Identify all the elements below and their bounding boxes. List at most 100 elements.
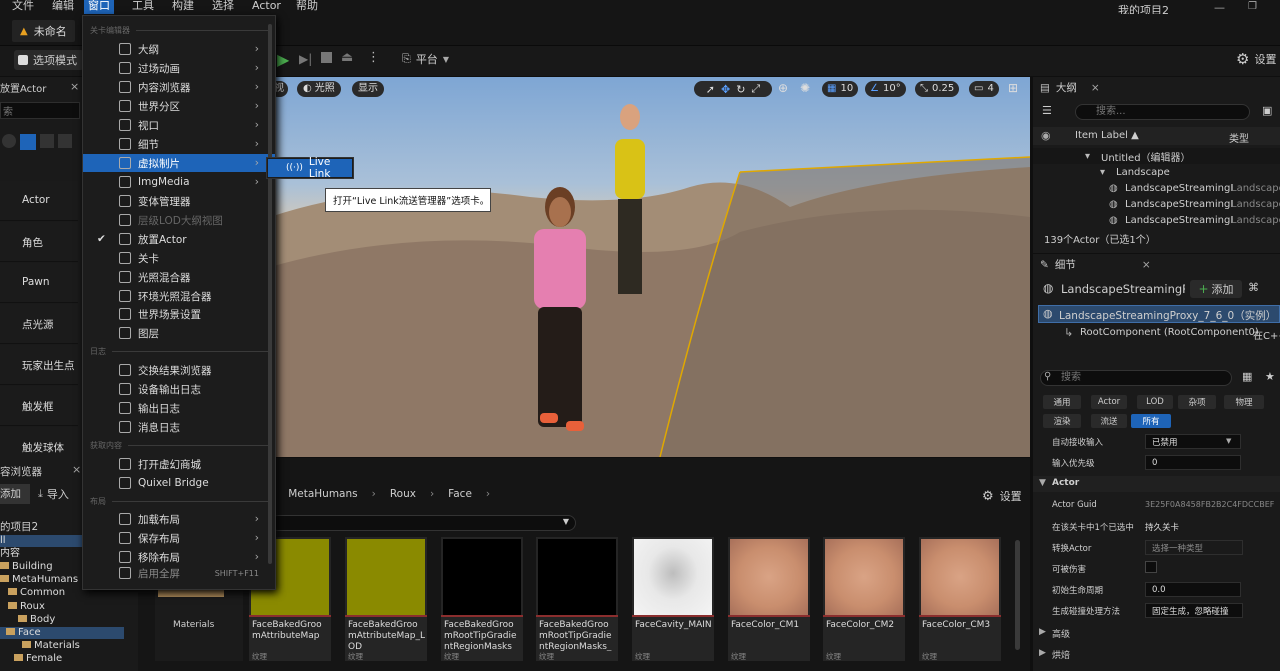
import-button[interactable]: ⤓ 导入 xyxy=(38,486,69,502)
place-actor-search[interactable]: 索 xyxy=(0,102,80,119)
filter-chip[interactable]: 杂项 xyxy=(1178,395,1216,409)
filter-icon[interactable]: ☰ xyxy=(1042,104,1052,117)
dropdown-item[interactable]: 保存布局 › xyxy=(83,529,275,547)
shape-icon[interactable] xyxy=(58,134,72,148)
place-actor-item[interactable]: Pawn xyxy=(0,263,78,303)
dropdown-item[interactable]: 打开虚幻商城 xyxy=(83,455,275,473)
dropdown-item[interactable]: 消息日志 xyxy=(83,418,275,436)
outliner-row[interactable]: ▾ Landscape xyxy=(1033,164,1280,180)
dropdown-item[interactable]: 世界场景设置 xyxy=(83,305,275,323)
dropdown-item[interactable]: 设备输出日志 xyxy=(83,380,275,398)
root-component[interactable]: RootComponent (RootComponent0) xyxy=(1080,327,1259,338)
filter-chip[interactable]: 物理 xyxy=(1224,395,1264,409)
dropdown-item[interactable]: 输出日志 xyxy=(83,399,275,417)
add-component-button[interactable]: + 添加 xyxy=(1190,280,1242,298)
scale-snap-button[interactable]: ⤡ 0.25 xyxy=(915,81,960,97)
restore-icon[interactable]: ❐ xyxy=(1248,1,1257,12)
play-icon[interactable]: ▶ xyxy=(277,50,289,69)
asset-tile[interactable]: FaceColor_CM1 纹理 xyxy=(728,537,810,661)
light-icon[interactable] xyxy=(40,134,54,148)
show-button[interactable]: 显示 xyxy=(352,81,384,97)
dropdown-item[interactable]: 关卡 xyxy=(83,249,275,267)
dropdown-scrollbar[interactable] xyxy=(268,24,272,564)
actor-section-header[interactable]: ▼ Actor xyxy=(1033,476,1280,492)
menu-build[interactable]: 构建 xyxy=(168,0,198,14)
select-icon[interactable]: ➚ xyxy=(706,83,715,96)
content-tree-item[interactable]: Body xyxy=(0,614,124,626)
live-link-item[interactable]: ((·)) Live Link xyxy=(268,156,352,180)
dropdown-item[interactable]: 细节 › xyxy=(83,135,275,153)
lit-button[interactable]: ◐ 光照 xyxy=(297,81,341,97)
asset-tile[interactable]: FaceBakedGroomRootTipGradientRegionMasks… xyxy=(441,537,523,661)
property-value[interactable]: 0.0 xyxy=(1145,582,1241,597)
camera-speed-button[interactable]: ▭ 4 xyxy=(969,81,999,97)
content-tree-item[interactable]: Materials xyxy=(0,640,124,652)
layout-icon[interactable]: ⊞ xyxy=(1008,81,1018,95)
add-button[interactable]: 添加 xyxy=(0,484,30,504)
property-value[interactable]: 0 xyxy=(1145,455,1241,470)
rotate-icon[interactable]: ↻ xyxy=(736,83,745,96)
dropdown-item[interactable]: 过场动画 › xyxy=(83,59,275,77)
dropdown-item[interactable]: 视口 › xyxy=(83,116,275,134)
instance-row[interactable]: ◍ LandscapeStreamingProxy_7_6_0（实例） xyxy=(1038,305,1280,323)
content-settings-button[interactable]: ⚙ 设置 xyxy=(982,488,1022,504)
breadcrumb-face[interactable]: Face xyxy=(448,488,472,500)
place-actor-item[interactable]: 触发框 xyxy=(0,386,78,426)
dropdown-item[interactable]: 加载布局 › xyxy=(83,510,275,528)
asset-tile[interactable]: FaceColor_CM3 纹理 xyxy=(919,537,1001,661)
breadcrumb-metahumans[interactable]: MetaHumans xyxy=(288,488,357,500)
close-icon[interactable]: × xyxy=(1142,259,1151,271)
content-tree-item[interactable]: Face xyxy=(0,627,124,639)
outliner-row[interactable]: ◍ LandscapeStreamingF Landscape xyxy=(1033,196,1280,212)
dropdown-item[interactable]: ImgMedia › xyxy=(83,173,275,191)
dropdown-item[interactable]: 层级LOD大纲视图 xyxy=(83,211,275,229)
blueprint-icon[interactable]: ⌘ xyxy=(1248,281,1259,294)
dropdown-item[interactable]: 图层 xyxy=(83,324,275,342)
dropdown-item[interactable]: 光照混合器 xyxy=(83,268,275,286)
dropdown-item[interactable]: 启用全屏 SHIFT+F11 xyxy=(83,567,275,579)
content-tree-item[interactable]: Roux xyxy=(0,601,124,613)
menu-window[interactable]: 窗口 xyxy=(84,0,114,14)
dropdown-item[interactable]: 变体管理器 xyxy=(83,192,275,210)
platform-button[interactable]: ⎘ 平台 ▼ xyxy=(402,51,449,67)
dropdown-item[interactable]: 大纲 › xyxy=(83,40,275,58)
dropdown-item[interactable]: 交换结果浏览器 xyxy=(83,361,275,379)
details-search[interactable]: 搜索 xyxy=(1040,370,1232,386)
scale-icon[interactable]: ⤢ xyxy=(751,82,760,96)
asset-search-input[interactable]: ▼ xyxy=(270,515,576,531)
recent-icon[interactable] xyxy=(2,134,16,148)
menu-edit[interactable]: 编辑 xyxy=(48,0,78,14)
cooking-section[interactable]: ▶ 烘焙 xyxy=(1033,646,1280,662)
more-options-icon[interactable]: ⋮ xyxy=(367,50,380,65)
place-actor-item[interactable]: Actor xyxy=(0,181,78,221)
stop-icon[interactable] xyxy=(321,52,332,63)
angle-snap-button[interactable]: ∠ 10° xyxy=(865,81,906,97)
dropdown-item[interactable]: ✔ 放置Actor xyxy=(83,230,275,248)
menu-help[interactable]: 帮助 xyxy=(292,0,322,14)
filter-chip[interactable]: Actor xyxy=(1091,395,1127,409)
dropdown-item[interactable]: 移除布局 › xyxy=(83,548,275,566)
property-value[interactable]: 选择一种类型 xyxy=(1145,540,1243,555)
breadcrumb-roux[interactable]: Roux xyxy=(390,488,416,500)
asset-tile[interactable]: FaceCavity_MAIN 纹理 xyxy=(632,537,714,661)
place-actor-item[interactable]: 点光源 xyxy=(0,304,78,344)
column-type[interactable]: 类型 xyxy=(1229,130,1249,145)
dropdown-item[interactable]: Quixel Bridge xyxy=(83,474,275,492)
level-viewport[interactable]: 视 ◐ 光照 显示 ➚ ✥ ↻ ⤢ ⊕ ✺ ▦ 10 ∠ 10° ⤡ 0.25 ▭ 4 ⊞ xyxy=(270,77,1030,457)
close-icon[interactable]: × xyxy=(1091,82,1100,94)
filter-chip[interactable]: 通用 xyxy=(1043,395,1081,409)
menu-select[interactable]: 选择 xyxy=(208,0,238,14)
world-icon[interactable]: ⊕ xyxy=(778,81,788,95)
asset-tile[interactable]: FaceColor_CM2 纹理 xyxy=(823,537,905,661)
dropdown-item[interactable]: 内容浏览器 › xyxy=(83,78,275,96)
can-be-damaged-checkbox[interactable] xyxy=(1145,561,1157,573)
filter-chip[interactable]: 流送 xyxy=(1091,414,1127,428)
dropdown-item[interactable]: 环境光照混合器 xyxy=(83,287,275,305)
star-icon[interactable]: ★ xyxy=(1265,370,1275,383)
basic-icon[interactable] xyxy=(20,134,36,150)
close-icon[interactable]: × xyxy=(72,463,81,476)
grid-view-icon[interactable]: ▦ xyxy=(1242,370,1252,383)
close-icon[interactable]: × xyxy=(70,80,79,93)
minimize-icon[interactable]: — xyxy=(1214,1,1225,14)
move-icon[interactable]: ✥ xyxy=(721,83,730,96)
